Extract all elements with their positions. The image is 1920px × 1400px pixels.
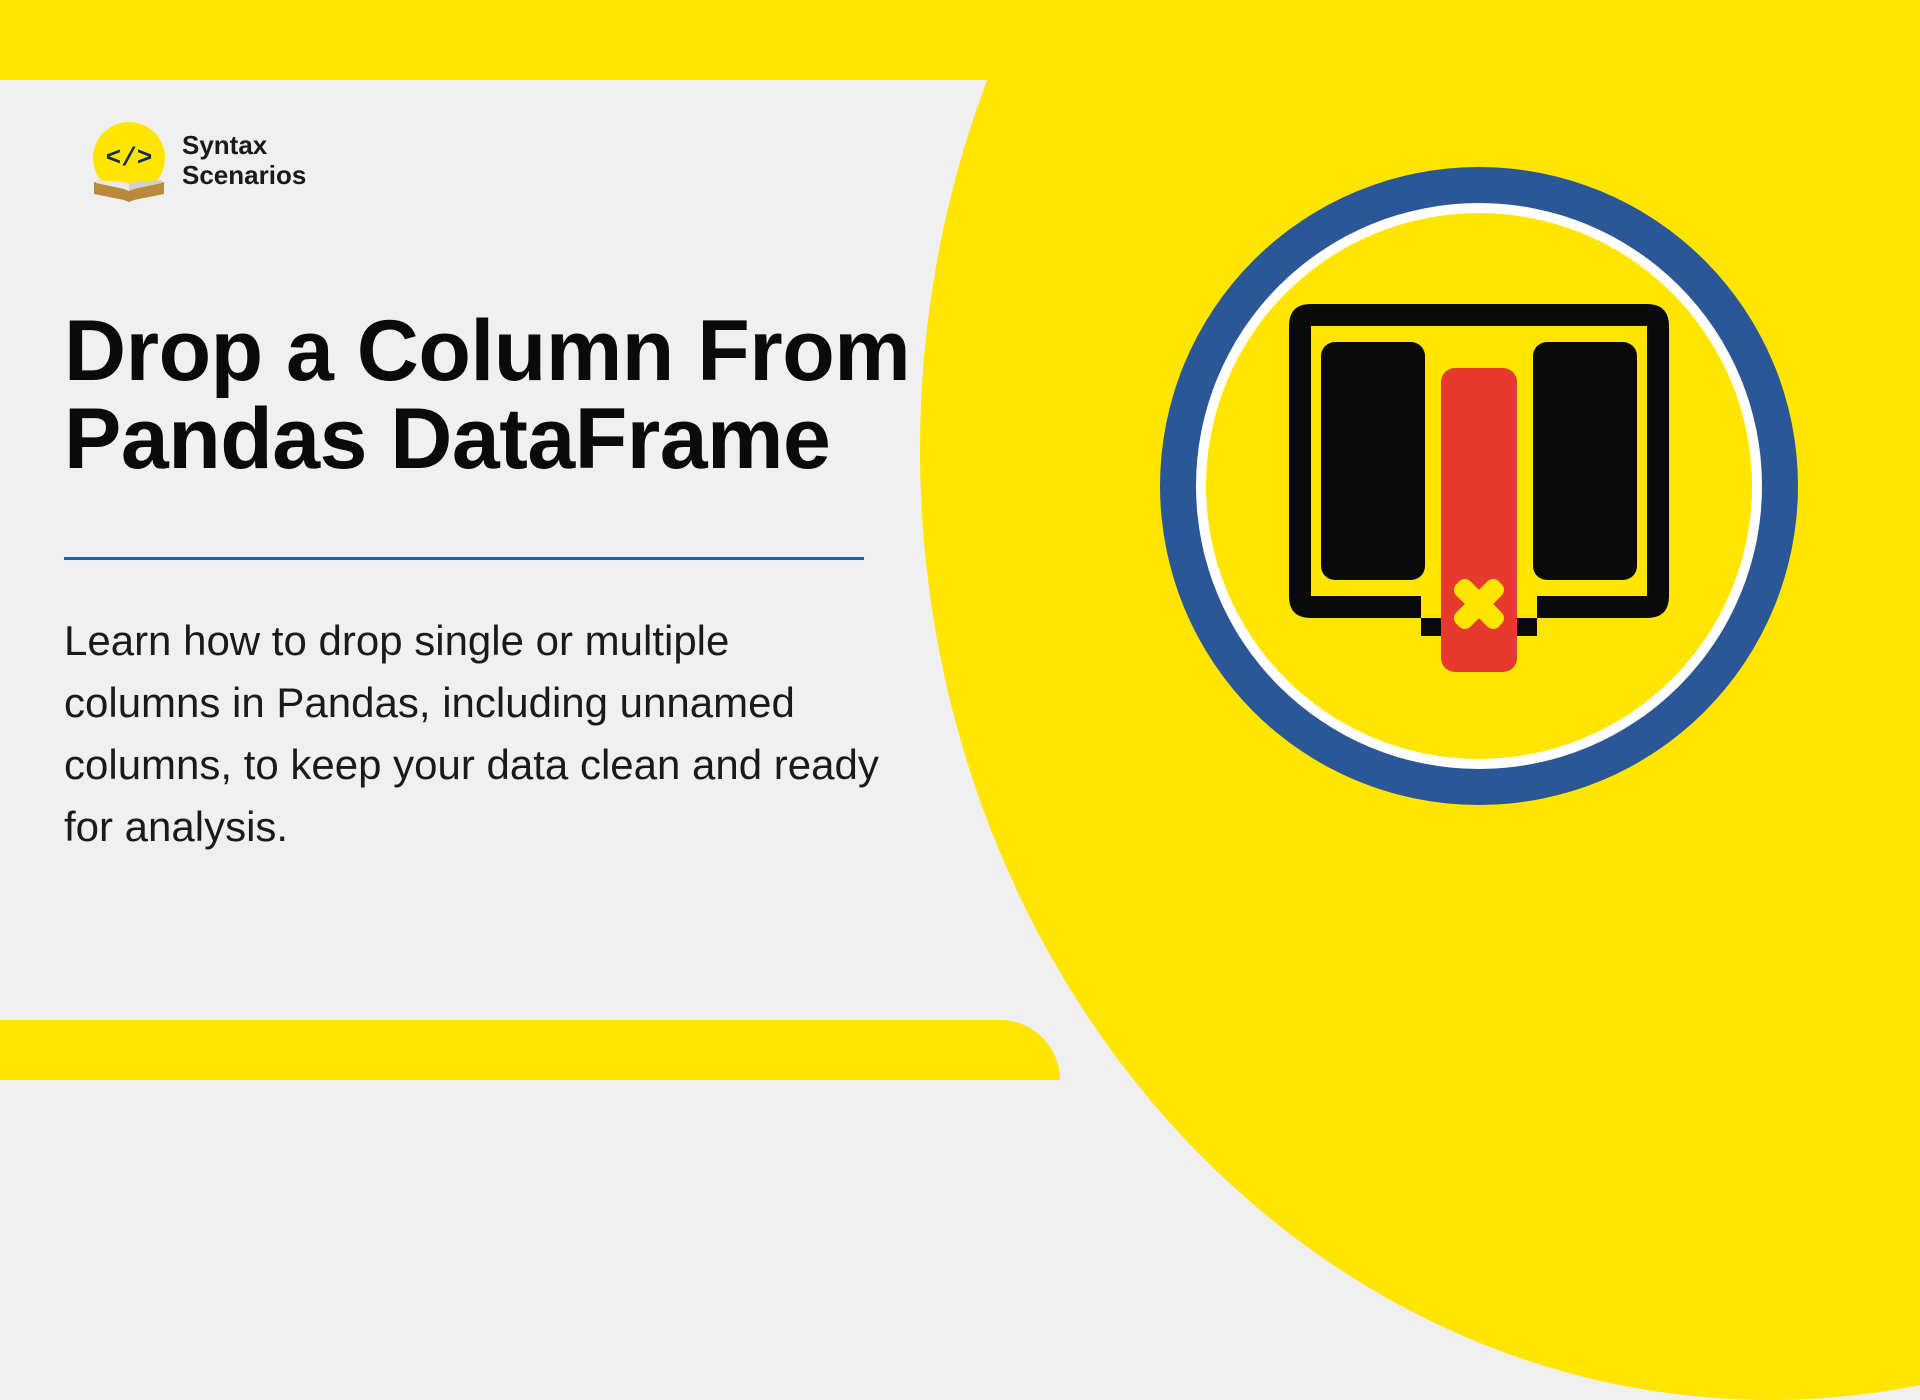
title-divider [64, 557, 864, 560]
brand-logo-mark: </> [90, 122, 168, 200]
page-title-line1: Drop a Column From [64, 303, 910, 399]
open-book-icon [90, 180, 168, 202]
page-title: Drop a Column From Pandas DataFrame [64, 308, 910, 483]
page-title-line2: Pandas DataFrame [64, 391, 830, 487]
bottom-accent-bar [0, 1020, 1060, 1080]
brand-logo: </> Syntax Scenarios [90, 122, 306, 200]
hero-illustration [1160, 167, 1798, 805]
drop-column-icon [1269, 296, 1689, 676]
top-accent-bar [0, 0, 1080, 80]
brand-name-line1: Syntax [182, 131, 306, 161]
brand-name: Syntax Scenarios [182, 131, 306, 191]
brand-name-line2: Scenarios [182, 161, 306, 191]
page-description: Learn how to drop single or multiple col… [64, 610, 884, 859]
code-bracket-icon: </> [106, 143, 153, 173]
